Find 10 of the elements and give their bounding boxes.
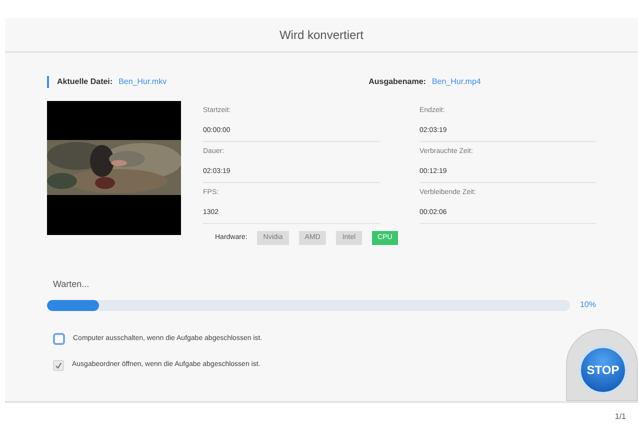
page-counter: 1/1: [614, 410, 626, 422]
current-file-label: Aktuelle Datei:: [57, 76, 113, 88]
output-name-label: Ausgabename:: [368, 76, 426, 88]
output-file-name: Ben_Hur.mp4: [432, 76, 481, 88]
status-text: Warten...: [53, 279, 90, 289]
progress-percent: 10%: [580, 299, 596, 311]
checkbox[interactable]: [53, 360, 64, 371]
window-title: Wird konvertiert: [279, 26, 364, 44]
current-file-name: Ben_Hur.mkv: [118, 76, 168, 88]
checkbox[interactable]: [53, 333, 65, 345]
